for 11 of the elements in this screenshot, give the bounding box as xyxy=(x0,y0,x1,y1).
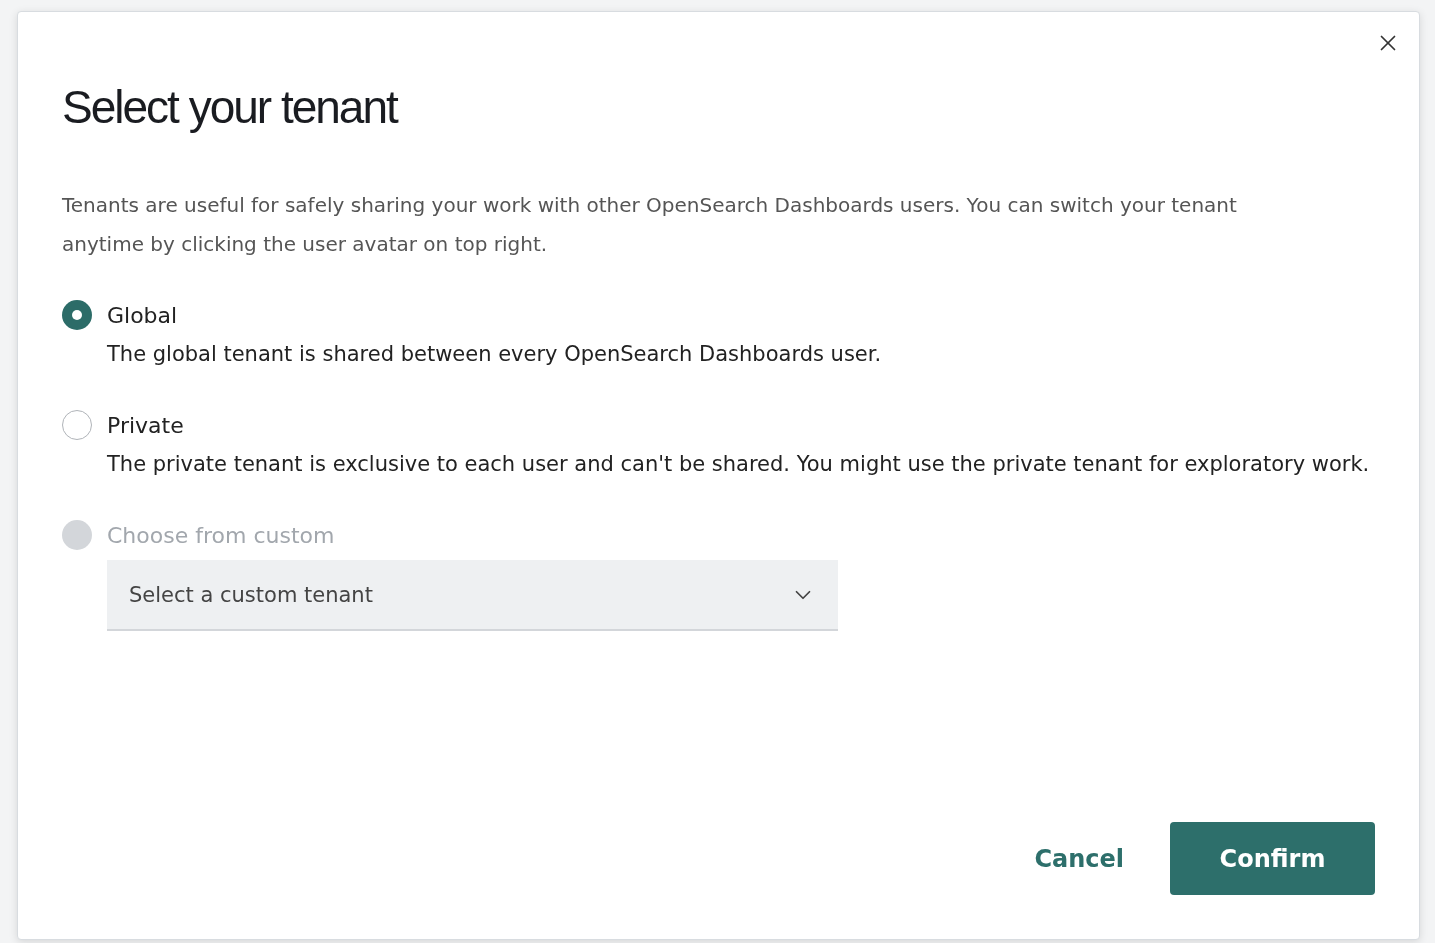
radio-label: Choose from custom xyxy=(107,522,335,548)
radio-label: Private xyxy=(107,412,184,438)
confirm-button[interactable]: Confirm xyxy=(1170,822,1375,895)
radio-button[interactable] xyxy=(62,410,92,440)
option-description: The private tenant is exclusive to each user and can't be shared. You might use the private tenant for exploratory work. xyxy=(107,452,1371,476)
dialog-title: Select your tenant xyxy=(62,80,399,134)
radio-label: Global xyxy=(107,302,178,328)
radio-button[interactable] xyxy=(62,300,92,330)
cancel-button[interactable]: Cancel xyxy=(1034,834,1124,883)
option-description: The global tenant is shared between every OpenSearch Dashboards user. xyxy=(107,342,883,366)
dialog-description: Tenants are useful for safely sharing your work with other OpenSearch Dashboards users. You can switch your tenant anytime by clicking the user avatar on top right. xyxy=(62,192,1238,258)
